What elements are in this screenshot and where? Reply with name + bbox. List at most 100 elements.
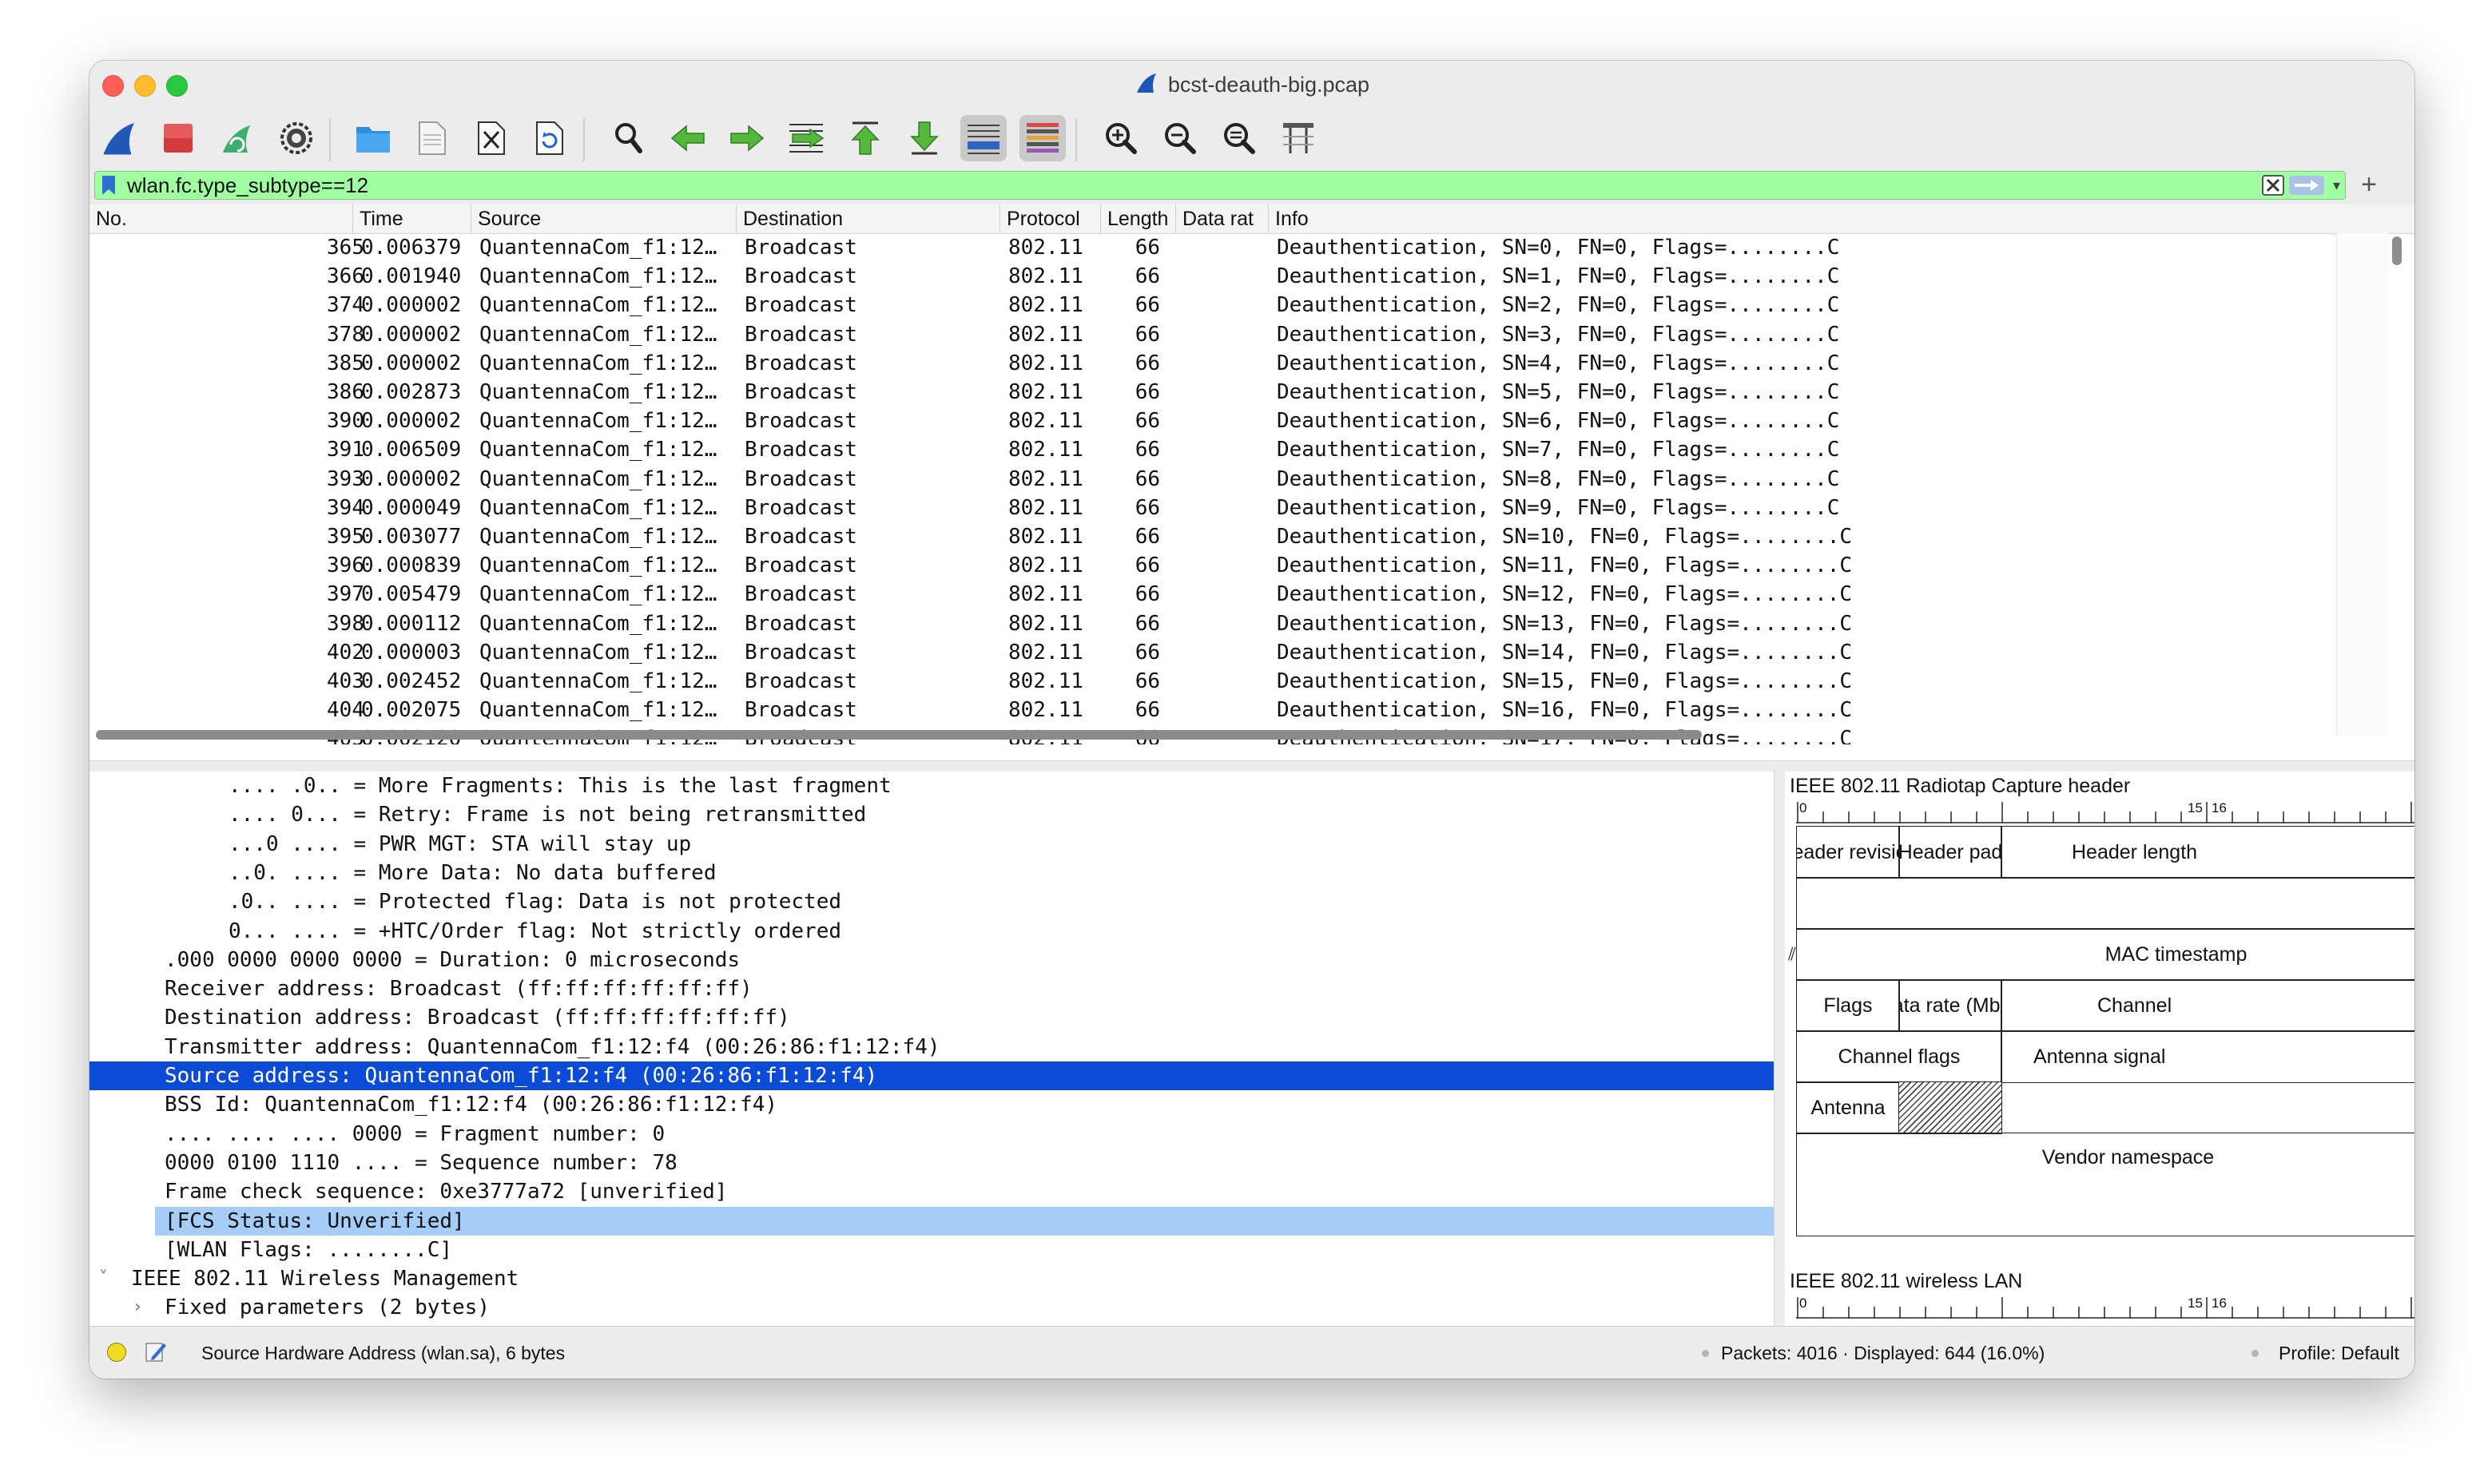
reload-icon[interactable]: [527, 115, 574, 161]
details-tree-item[interactable]: Destination address: Broadcast (ff:ff:ff…: [89, 1003, 1774, 1032]
document-icon[interactable]: [409, 115, 455, 161]
field-antenna[interactable]: Antenna: [1796, 1081, 1900, 1134]
packet-row[interactable]: 391 0.006509 QuantennaCom_f1:12… Broadcast 8…: [89, 435, 2406, 464]
column-header-source[interactable]: Source: [471, 204, 737, 233]
restart-fin-icon[interactable]: [214, 115, 260, 161]
details-tree-item[interactable]: Transmitter address: QuantennaCom_f1:12:…: [89, 1033, 1774, 1061]
packet-row[interactable]: 396 0.000839 QuantennaCom_f1:12… Broadcast 8…: [89, 551, 2406, 580]
wlan-diagram-title: IEEE 802.11 wireless LAN: [1790, 1270, 2023, 1292]
zoom-in-icon[interactable]: [1098, 115, 1144, 161]
filter-history-chevron-icon[interactable]: ▾: [2333, 177, 2340, 194]
arrow-right-icon[interactable]: [724, 115, 770, 161]
stop-square-icon[interactable]: [155, 115, 201, 161]
packet-row[interactable]: 365 0.006379 QuantennaCom_f1:12… Broadcast 8…: [89, 233, 2406, 262]
packet-list-vertical-scrollbar[interactable]: [2392, 236, 2402, 265]
expert-info-led-icon[interactable]: [107, 1343, 126, 1362]
column-header-data-rate[interactable]: Data rat: [1176, 204, 1269, 233]
packet-row[interactable]: 398 0.000112 QuantennaCom_f1:12… Broadcast 8…: [89, 609, 2406, 638]
field-flags[interactable]: Flags: [1796, 979, 1900, 1032]
packet-row[interactable]: 394 0.000049 QuantennaCom_f1:12… Broadcast 8…: [89, 494, 2406, 522]
details-tree-item[interactable]: .... .0.. = More Fragments: This is the …: [89, 772, 1774, 800]
packet-row[interactable]: 390 0.000002 QuantennaCom_f1:12… Broadcast 8…: [89, 407, 2406, 435]
field-channel-flags[interactable]: Channel flags: [1796, 1030, 2002, 1083]
packet-row[interactable]: 374 0.000002 QuantennaCom_f1:12… Broadcast 8…: [89, 291, 2406, 319]
packet-source: QuantennaCom_f1:12…: [479, 380, 717, 404]
column-header-no[interactable]: No.: [89, 204, 353, 233]
details-tree-section[interactable]: › Fixed parameters (2 bytes): [89, 1293, 1774, 1322]
field-antenna-signal[interactable]: Antenna signal: [2001, 1030, 2414, 1083]
expand-chevron-icon[interactable]: ›: [134, 1293, 141, 1322]
field-mac-timestamp[interactable]: MAC timestamp: [1796, 928, 2414, 981]
details-tree-item[interactable]: [FCS Status: Unverified]: [155, 1206, 1774, 1236]
collapse-chevron-icon[interactable]: ˅: [99, 1264, 108, 1293]
packet-row[interactable]: 403 0.002452 QuantennaCom_f1:12… Broadcast 8…: [89, 667, 2406, 696]
packet-row[interactable]: 395 0.003077 QuantennaCom_f1:12… Broadcast 8…: [89, 522, 2406, 551]
column-header-time[interactable]: Time: [353, 204, 471, 233]
packet-time: 0.005479: [361, 582, 462, 607]
capture-comment-pencil-icon[interactable]: [144, 1339, 168, 1368]
packet-row[interactable]: 378 0.000002 QuantennaCom_f1:12… Broadcast 8…: [89, 320, 2406, 349]
folder-icon[interactable]: [350, 115, 396, 161]
colorize-lines-icon[interactable]: [1019, 115, 1066, 161]
column-header-info[interactable]: Info: [1269, 204, 2414, 233]
packet-time: 0.000003: [361, 640, 462, 665]
arrow-down-icon[interactable]: [901, 115, 948, 161]
details-tree-item[interactable]: 0... .... = +HTC/Order flag: Not strictl…: [89, 917, 1774, 946]
details-item-text: [WLAN Flags: ........C]: [165, 1237, 453, 1262]
details-tree-item[interactable]: [WLAN Flags: ........C]: [89, 1236, 1774, 1264]
filter-text[interactable]: wlan.fc.type_subtype==12: [127, 172, 368, 199]
packet-list-minimap[interactable]: [2336, 233, 2388, 736]
details-tree-item[interactable]: .000 0000 0000 0000 = Duration: 0 micros…: [89, 946, 1774, 974]
packet-row[interactable]: 386 0.002873 QuantennaCom_f1:12… Broadcast 8…: [89, 378, 2406, 407]
column-header-destination[interactable]: Destination: [737, 204, 1000, 233]
details-item-text: Source address: QuantennaCom_f1:12:f4 (0…: [165, 1064, 878, 1088]
details-tree-section[interactable]: ˅ IEEE 802.11 Wireless Management: [89, 1264, 1774, 1293]
details-tree-item[interactable]: 0000 0100 1110 .... = Sequence number: 7…: [89, 1149, 1774, 1177]
details-tree-item[interactable]: Receiver address: Broadcast (ff:ff:ff:ff…: [89, 974, 1774, 1003]
details-item-text: .... .0.. = More Fragments: This is the …: [229, 774, 892, 798]
packet-row[interactable]: 402 0.000003 QuantennaCom_f1:12… Broadcast 8…: [89, 638, 2406, 667]
details-tree-item[interactable]: ...0 .... = PWR MGT: STA will stay up: [89, 830, 1774, 859]
arrow-left-icon[interactable]: [665, 115, 711, 161]
bookmark-icon[interactable]: [100, 174, 117, 200]
packet-list-horizontal-scrollbar[interactable]: [96, 730, 1702, 740]
arrow-up-icon[interactable]: [842, 115, 888, 161]
packet-protocol: 802.11: [1008, 380, 1083, 404]
field-header-length[interactable]: Header length: [2001, 826, 2414, 879]
details-tree-item[interactable]: ..0. .... = More Data: No data buffered: [89, 859, 1774, 887]
clear-filter-icon[interactable]: [2262, 175, 2284, 196]
packet-row[interactable]: 404 0.002075 QuantennaCom_f1:12… Broadcast 8…: [89, 696, 2406, 724]
field-header-revision[interactable]: Header revision: [1796, 826, 1900, 879]
packet-row[interactable]: 397 0.005479 QuantennaCom_f1:12… Broadcast 8…: [89, 580, 2406, 609]
field-present-flags[interactable]: [1796, 877, 2414, 930]
close-document-icon[interactable]: [468, 115, 515, 161]
field-vendor-namespace[interactable]: Vendor namespace: [1796, 1133, 2414, 1236]
zoom-reset-icon[interactable]: [1216, 115, 1262, 161]
details-tree-item[interactable]: .... .... .... 0000 = Fragment number: 0: [89, 1120, 1774, 1149]
column-header-protocol[interactable]: Protocol: [1000, 204, 1101, 233]
details-tree-item[interactable]: .... 0... = Retry: Frame is not being re…: [89, 800, 1774, 829]
resize-columns-icon[interactable]: [1275, 115, 1321, 161]
zoom-out-icon[interactable]: [1157, 115, 1203, 161]
details-tree-item[interactable]: .0.. .... = Protected flag: Data is not …: [89, 887, 1774, 916]
packet-protocol: 802.11: [1008, 409, 1083, 434]
field-data-rate[interactable]: Data rate (Mb/s): [1898, 979, 2002, 1032]
packet-row[interactable]: 393 0.000002 QuantennaCom_f1:12… Broadcast 8…: [89, 465, 2406, 494]
display-filter-input[interactable]: wlan.fc.type_subtype==12 ▾: [94, 171, 2346, 200]
status-profile[interactable]: Profile: Default: [2279, 1327, 2399, 1379]
field-header-pad[interactable]: Header pad: [1898, 826, 2002, 879]
details-tree-item[interactable]: BSS Id: QuantennaCom_f1:12:f4 (00:26:86:…: [89, 1090, 1774, 1119]
jump-icon[interactable]: [783, 115, 829, 161]
column-header-length[interactable]: Length: [1101, 204, 1176, 233]
add-filter-button[interactable]: +: [2357, 169, 2381, 200]
packet-row[interactable]: 385 0.000002 QuantennaCom_f1:12… Broadcast 8…: [89, 349, 2406, 378]
autoscroll-icon[interactable]: [960, 115, 1007, 161]
gear-icon[interactable]: [273, 115, 320, 161]
field-channel[interactable]: Channel: [2001, 979, 2414, 1032]
shark-fin-icon[interactable]: [96, 115, 142, 161]
packet-row[interactable]: 366 0.001940 QuantennaCom_f1:12… Broadcast 8…: [89, 262, 2406, 291]
magnifier-icon[interactable]: [606, 115, 652, 161]
details-tree-item[interactable]: Source address: QuantennaCom_f1:12:f4 (0…: [89, 1061, 1774, 1091]
details-tree-item[interactable]: Frame check sequence: 0xe3777a72 [unveri…: [89, 1177, 1774, 1206]
apply-filter-arrow-icon[interactable]: [2289, 176, 2324, 195]
